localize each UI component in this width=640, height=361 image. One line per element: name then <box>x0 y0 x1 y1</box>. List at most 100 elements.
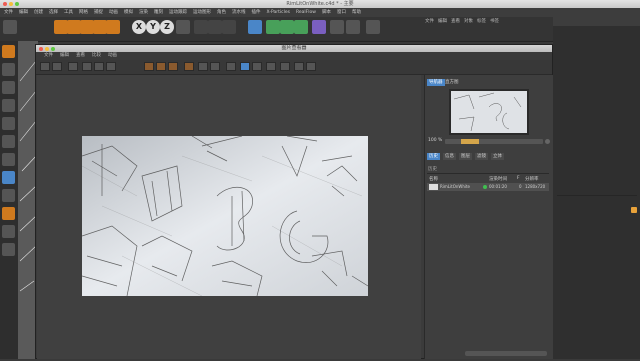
viewer-menu-item[interactable]: 查看 <box>76 52 85 60</box>
left-tool-paint-icon[interactable] <box>2 207 15 220</box>
alpha-icon[interactable] <box>252 62 262 71</box>
menu-item[interactable]: 文件 <box>4 8 13 17</box>
tab-navigator[interactable]: 导航器 <box>427 79 445 86</box>
menu-item[interactable]: 选择 <box>49 8 58 17</box>
pen-icon[interactable] <box>266 20 280 34</box>
zoom-slider[interactable] <box>445 139 543 144</box>
render-settings-icon[interactable] <box>222 20 236 34</box>
cursor-icon[interactable] <box>54 20 68 34</box>
menu-item[interactable]: 运动跟踪 <box>169 8 187 17</box>
left-tool-polygons-icon[interactable] <box>2 99 15 112</box>
menu-item[interactable]: 流水线 <box>232 8 246 17</box>
left-tool-axis-icon[interactable] <box>2 135 15 148</box>
menu-item[interactable]: 模拟 <box>124 8 133 17</box>
move-icon[interactable] <box>67 20 81 34</box>
object-menu-item[interactable]: 查看 <box>451 17 460 26</box>
stop-icon[interactable] <box>82 62 92 71</box>
menu-item[interactable]: 窗口 <box>337 8 346 17</box>
menu-item[interactable]: 工具 <box>64 8 73 17</box>
zoom-reset-icon[interactable] <box>545 139 550 144</box>
render-region-icon[interactable] <box>194 20 208 34</box>
undo-icon[interactable] <box>3 20 17 34</box>
scale-icon[interactable] <box>80 20 94 34</box>
light-icon[interactable] <box>366 20 380 34</box>
play-icon[interactable] <box>68 62 78 71</box>
info-tab[interactable]: 滤镜 <box>475 153 488 160</box>
z-axis-icon[interactable]: Z <box>160 20 174 34</box>
picture-viewer-title: 图片查看器 <box>281 45 307 51</box>
deformer-icon[interactable] <box>312 20 326 34</box>
region-icon[interactable] <box>106 62 116 71</box>
subdivide-icon[interactable] <box>280 20 294 34</box>
swap-icon[interactable] <box>210 62 220 71</box>
stereo-icon[interactable] <box>226 62 236 71</box>
object-menu-item[interactable]: 对象 <box>464 17 473 26</box>
menu-item[interactable]: 编辑 <box>19 8 28 17</box>
left-tool-model-icon[interactable] <box>2 45 15 58</box>
menu-item[interactable]: 动画 <box>109 8 118 17</box>
fit-icon[interactable] <box>168 62 178 71</box>
object-menu-item[interactable]: 文件 <box>425 17 434 26</box>
export-icon[interactable] <box>294 62 304 71</box>
object-menu-item[interactable]: 标签 <box>477 17 486 26</box>
left-tool-workplane-icon[interactable] <box>2 171 15 184</box>
save-icon[interactable] <box>52 62 62 71</box>
floor-icon[interactable] <box>330 20 344 34</box>
lut-icon[interactable] <box>280 62 290 71</box>
world-icon[interactable] <box>176 20 190 34</box>
add-icon[interactable] <box>106 20 120 34</box>
table-row[interactable]: RimLitOnWhite 00:01:20 0 1280x720 <box>427 183 549 191</box>
viewer-menu-item[interactable]: 比较 <box>92 52 101 60</box>
menu-item[interactable]: 创建 <box>34 8 43 17</box>
menu-item[interactable]: 渲染 <box>139 8 148 17</box>
left-tool-snap-icon[interactable] <box>2 153 15 166</box>
viewer-menu-item[interactable]: 编辑 <box>60 52 69 60</box>
viewer-menu-item[interactable]: 文件 <box>44 52 53 60</box>
y-axis-icon[interactable]: Y <box>146 20 160 34</box>
x-axis-icon[interactable]: X <box>132 20 146 34</box>
menu-item[interactable]: 角色 <box>217 8 226 17</box>
cube-icon[interactable] <box>248 20 262 34</box>
object-menu-item[interactable]: 编辑 <box>438 17 447 26</box>
zoom-out-icon[interactable] <box>156 62 166 71</box>
record-icon[interactable] <box>94 62 104 71</box>
rotate-icon[interactable] <box>93 20 107 34</box>
left-tool-points-icon[interactable] <box>2 63 15 76</box>
menu-item[interactable]: 捕捉 <box>94 8 103 17</box>
filter-icon[interactable] <box>266 62 276 71</box>
info-tab[interactable]: 信息 <box>443 153 456 160</box>
object-menu-item[interactable]: 书签 <box>490 17 499 26</box>
left-tool-edges-icon[interactable] <box>2 81 15 94</box>
left-tool-sculpt-icon[interactable] <box>2 225 15 238</box>
left-tool-solo-icon[interactable] <box>2 189 15 202</box>
color-icon[interactable] <box>240 62 250 71</box>
zoom-slider-thumb[interactable] <box>461 139 479 144</box>
menu-item[interactable]: 帮助 <box>352 8 361 17</box>
menu-item[interactable]: 网格 <box>79 8 88 17</box>
menu-item[interactable]: 运动图形 <box>193 8 211 17</box>
zoom-in-icon[interactable] <box>144 62 154 71</box>
menu-item[interactable]: 脚本 <box>322 8 331 17</box>
info-tab[interactable]: 历史 <box>427 153 440 160</box>
menu-item[interactable]: X-Particles <box>267 8 290 17</box>
info-tab[interactable]: 图层 <box>459 153 472 160</box>
menu-item[interactable]: 插件 <box>252 8 261 17</box>
open-icon[interactable] <box>40 62 50 71</box>
horizontal-scrollbar[interactable] <box>465 351 547 356</box>
camera-icon[interactable] <box>346 20 360 34</box>
row-frame: 0 <box>519 184 522 189</box>
ab-compare-icon[interactable] <box>184 62 194 71</box>
array-icon[interactable] <box>294 20 308 34</box>
menu-item[interactable]: RealFlow <box>296 8 316 17</box>
menu-item[interactable]: 雕刻 <box>154 8 163 17</box>
split-icon[interactable] <box>198 62 208 71</box>
left-tool-texture-icon[interactable] <box>2 117 15 130</box>
tag-icon[interactable] <box>631 207 637 213</box>
tab-histogram[interactable]: 直方图 <box>443 79 461 86</box>
navigator-thumbnail[interactable] <box>449 89 529 135</box>
render-view-icon[interactable] <box>208 20 222 34</box>
info-tab[interactable]: 立体 <box>491 153 504 160</box>
settings-icon[interactable] <box>306 62 316 71</box>
viewer-menu-item[interactable]: 动画 <box>108 52 117 60</box>
left-tool-layer-icon[interactable] <box>2 243 15 256</box>
